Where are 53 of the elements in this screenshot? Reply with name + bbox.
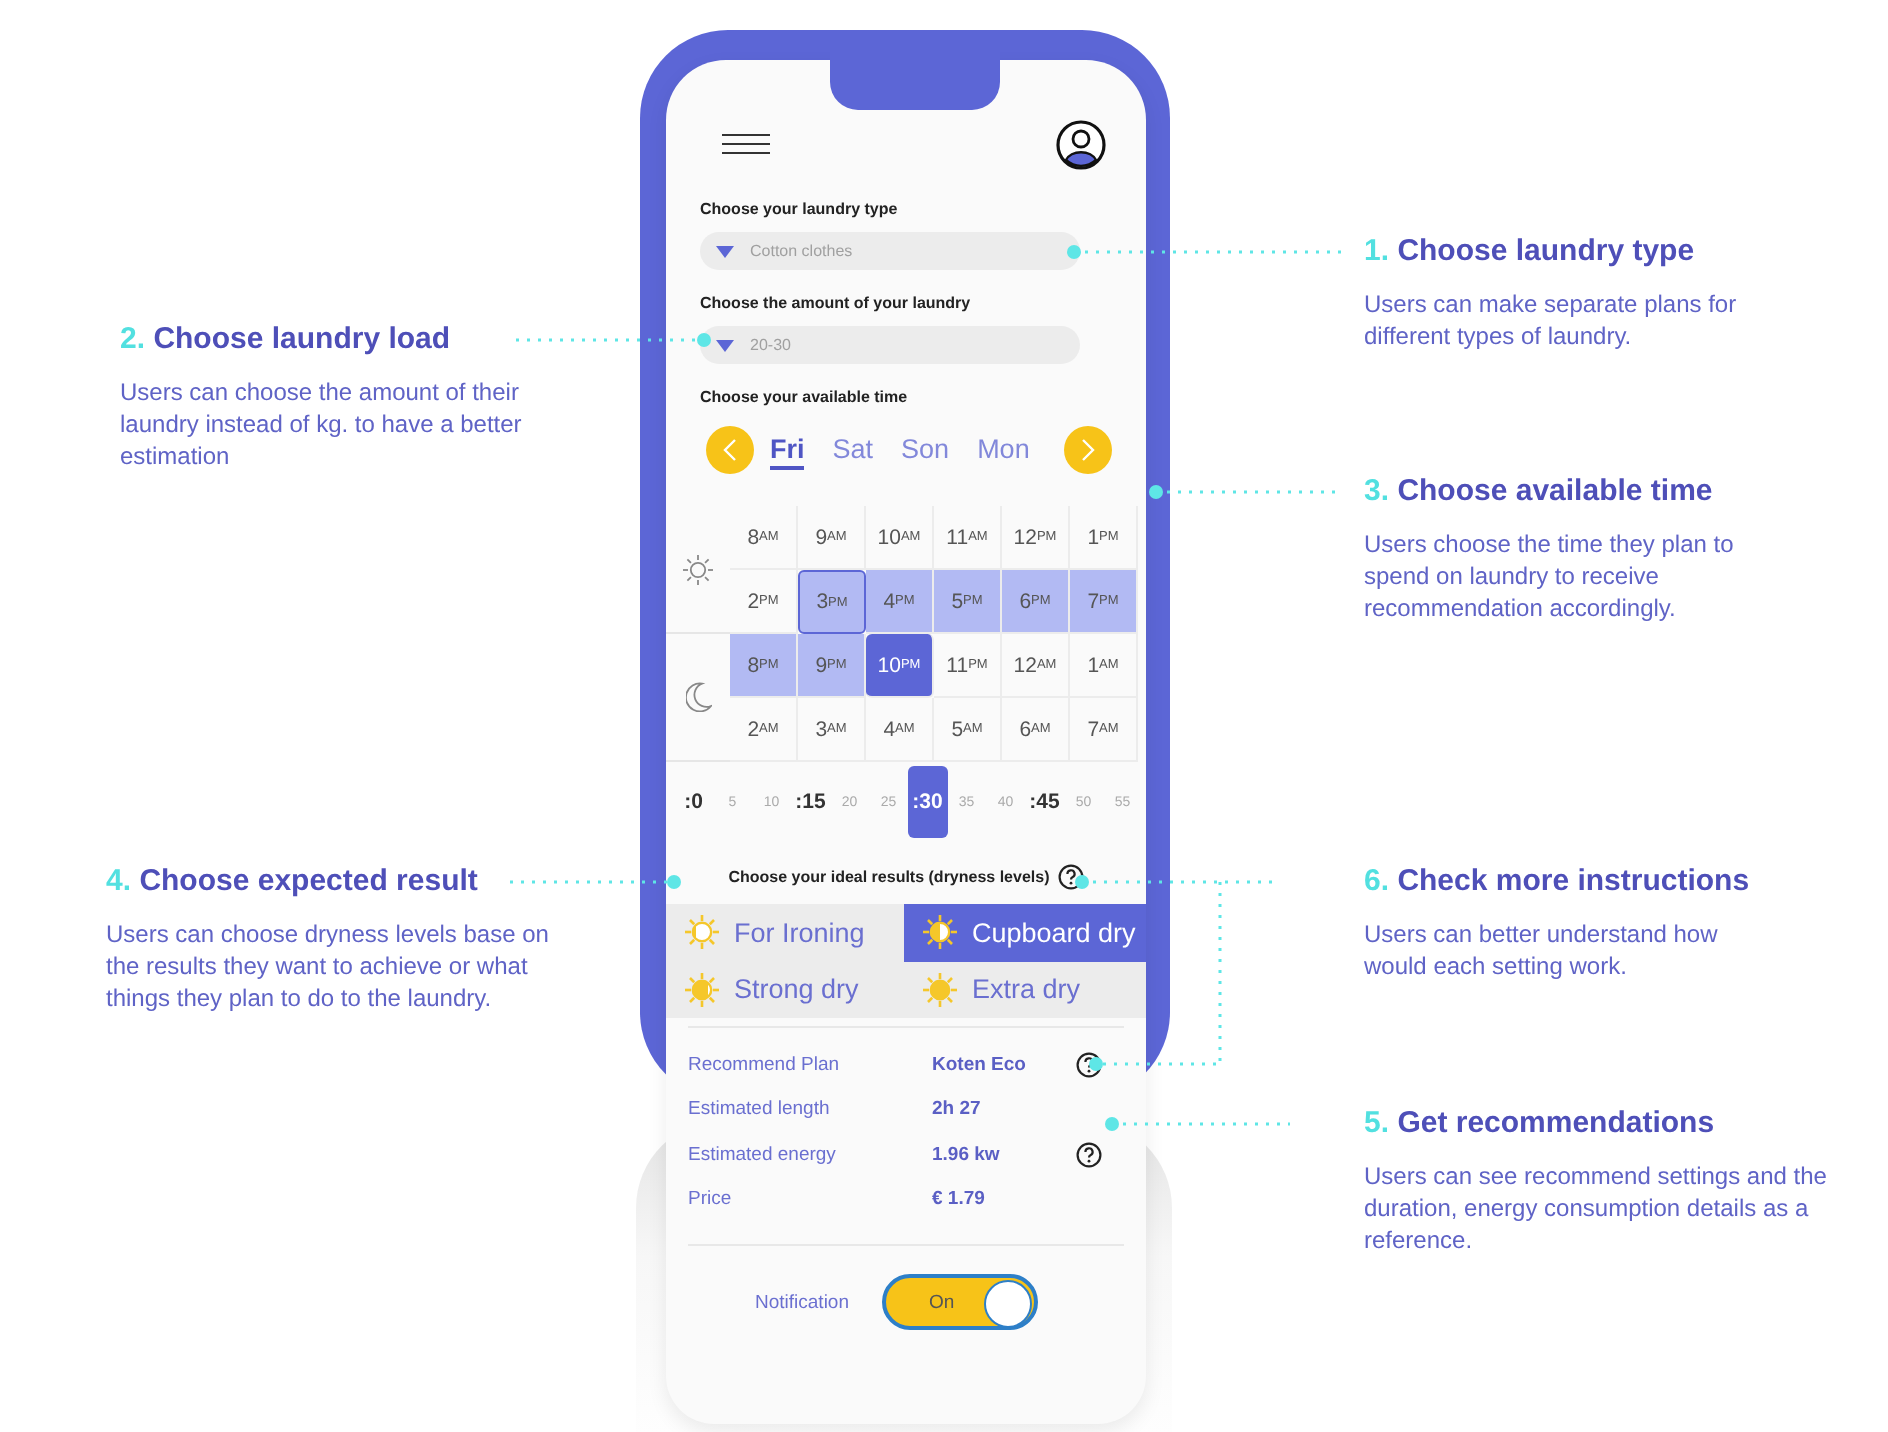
annotation-title: 5. Get recommendations [1364, 1104, 1717, 1144]
avatar-icon[interactable] [1056, 119, 1106, 169]
dryness-option[interactable]: Cupboard dry [904, 904, 1146, 961]
plan-value: 1.96 kw [932, 1143, 1002, 1166]
annotation-title: 2. Choose laundry load [120, 320, 453, 360]
plan-value: 2h 27 [932, 1098, 983, 1121]
day-tab[interactable]: Son [901, 431, 950, 469]
plan-label: Estimated energy [688, 1143, 838, 1166]
plan-value: Koten Eco [932, 1053, 1028, 1076]
dryness-option[interactable]: For Ironing [666, 904, 904, 961]
annotation-text: Users can make separate plans for different types of laundry. [1364, 288, 1739, 352]
section-heading: Choose your ideal results (dryness levels) [728, 867, 1050, 885]
annotation-text: Users can choose the amount of their laundry instead of kg. to have a better estimation [120, 376, 524, 472]
plan-label: Price [688, 1188, 734, 1211]
plan-value: € 1.79 [932, 1188, 987, 1211]
field-label: Choose your laundry type [700, 198, 900, 222]
minute-option[interactable]: :15 [791, 790, 830, 814]
annotation-title: 1. Choose laundry type [1364, 232, 1697, 272]
notification-toggle[interactable]: On [881, 1274, 1037, 1330]
plan-label: Estimated length [688, 1098, 832, 1121]
sun-icon [920, 912, 960, 953]
menu-icon[interactable] [720, 132, 772, 156]
dryness-option[interactable]: Extra dry [904, 961, 1146, 1018]
day-tab[interactable]: Fri [770, 431, 805, 469]
annotation-title: 4. Choose expected result [106, 862, 480, 902]
annotation-text: Users can see recommend settings and the duration, energy consumption details as a reference. [1364, 1160, 1829, 1256]
caret-icon [716, 245, 734, 257]
sun-icon [920, 969, 960, 1010]
notification-label: Notification [755, 1291, 849, 1313]
annotation-title: 6. Check more instructions [1364, 862, 1752, 902]
caret-icon [716, 339, 734, 351]
annotation-text: Users choose the time they plan to spend on laundry to receive recommendation accordingly. [1364, 528, 1736, 624]
sun-icon [682, 912, 722, 953]
annotation-text: Users can choose dryness levels base on the results they want to achieve or what things they plan to do to the laundry. [106, 918, 551, 1014]
chevron-right-icon [1080, 438, 1096, 462]
day-tab[interactable]: Sat [832, 431, 874, 469]
sun-icon [682, 969, 722, 1010]
moon-icon [685, 682, 711, 712]
annotation-title: 3. Choose available time [1364, 472, 1715, 512]
field-label: Choose the amount of your laundry [700, 292, 973, 316]
day-tab[interactable]: Mon [977, 431, 1030, 469]
minute-option[interactable]: :30 [908, 766, 947, 838]
sun-icon [682, 553, 714, 585]
minute-option[interactable]: :45 [1025, 790, 1064, 814]
plan-label: Recommend Plan [688, 1053, 842, 1076]
field-label: Choose your available time [700, 386, 910, 410]
chevron-left-icon [722, 438, 738, 462]
dryness-option[interactable]: Strong dry [666, 961, 904, 1018]
help-icon[interactable] [1076, 1051, 1102, 1078]
help-icon[interactable] [1057, 863, 1084, 889]
annotation-text: Users can better understand how would each setting work. [1364, 918, 1720, 982]
help-icon[interactable] [1076, 1141, 1102, 1168]
minute-option[interactable]: :0 [674, 790, 713, 814]
